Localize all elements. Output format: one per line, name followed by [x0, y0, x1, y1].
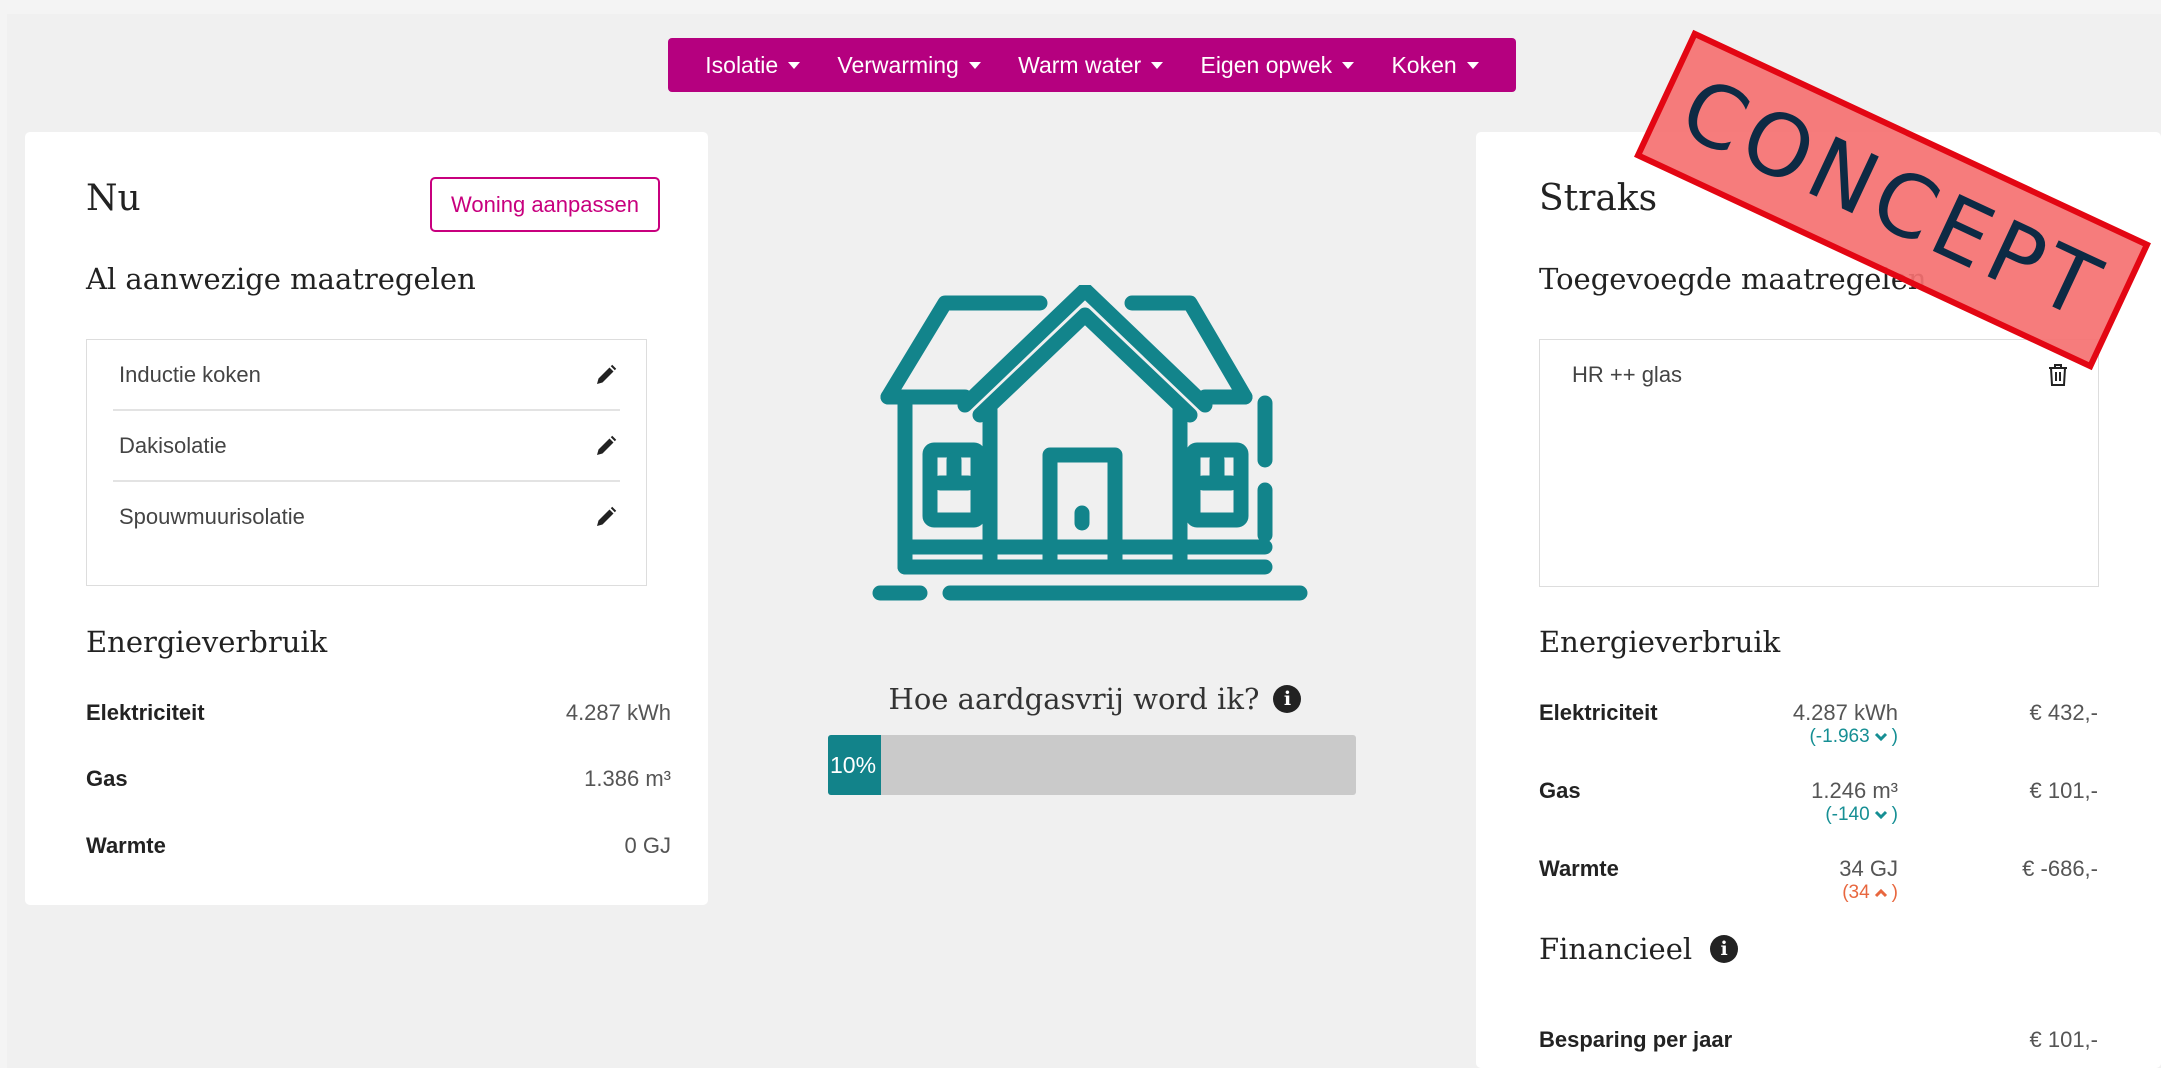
savings-value: € 101,-: [2029, 1027, 2099, 1052]
caret-down-icon: [788, 61, 801, 69]
financial-heading: Financieel: [1539, 932, 1693, 966]
energy-value-block: 34 GJ (34): [1716, 856, 1898, 904]
nav-item-verwarming[interactable]: Verwarming: [837, 51, 981, 79]
energy-row-electricity: Elektriciteit 4.287 kWh: [86, 700, 671, 726]
delta-text: (-1.963: [1809, 726, 1870, 747]
energy-value: 34 GJ: [1839, 856, 1898, 881]
energy-row-heat: Warmte: [1539, 856, 1619, 882]
added-measures-heading: Toegevoegde maatregelen: [1539, 262, 1927, 296]
nav-item-label: Verwarming: [837, 51, 959, 78]
measure-label: HR ++ glas: [1572, 361, 1683, 387]
energy-row-electricity: Elektriciteit: [1539, 700, 1658, 726]
energy-heading: Energieverbruik: [86, 625, 328, 659]
trash-icon[interactable]: [2044, 361, 2072, 389]
energy-cost: € 432,-: [2029, 700, 2099, 725]
energy-heading: Energieverbruik: [1539, 625, 1781, 659]
nav-item-label: Koken: [1391, 51, 1457, 78]
nav-item-label: Isolatie: [705, 51, 779, 78]
edit-home-button[interactable]: Woning aanpassen: [430, 177, 660, 232]
card-title-straks: Straks: [1539, 178, 1658, 219]
savings-label: Besparing per jaar: [1539, 1027, 1733, 1052]
existing-measures-list: Inductie koken Dakisolatie Spouwmuurisol…: [86, 339, 647, 586]
info-icon[interactable]: i: [1710, 935, 1739, 963]
pencil-icon[interactable]: [592, 361, 620, 389]
card-title-nu: Nu: [86, 178, 141, 219]
energy-row-gas: Gas: [1539, 778, 1581, 804]
nav-item-label: Warm water: [1018, 51, 1142, 78]
financial-heading-row: Financieel i: [1539, 932, 1739, 966]
gasfree-question: Hoe aardgasvrij word ik? i: [830, 682, 1360, 716]
energy-label: Elektriciteit: [86, 700, 205, 725]
chevron-up-icon: [1874, 888, 1887, 898]
energy-delta: (34): [1842, 882, 1898, 903]
nav-item-eigen-opwek[interactable]: Eigen opwek: [1200, 51, 1355, 79]
list-item: Inductie koken: [113, 340, 620, 411]
pencil-icon[interactable]: [592, 503, 620, 531]
energy-label: Warmte: [1539, 856, 1619, 881]
measure-label: Dakisolatie: [119, 432, 227, 458]
energy-row-gas: Gas 1.386 m³: [86, 766, 671, 792]
house-icon: [872, 285, 1308, 601]
list-item: Spouwmuurisolatie: [113, 482, 620, 551]
chevron-down-icon: [1874, 810, 1887, 820]
energy-value: 4.287 kWh: [1792, 700, 1898, 725]
delta-text: (34: [1842, 882, 1870, 903]
measure-label: Spouwmuurisolatie: [119, 503, 305, 529]
caret-down-icon: [968, 61, 981, 69]
list-item: Dakisolatie: [113, 411, 620, 482]
nav-item-label: Eigen opwek: [1200, 51, 1333, 78]
caret-down-icon: [1342, 61, 1355, 69]
measure-label: Inductie koken: [119, 361, 261, 387]
current-situation-card: Nu Woning aanpassen Al aanwezige maatreg…: [25, 132, 708, 905]
question-text: Hoe aardgasvrij word ik?: [888, 682, 1260, 716]
energy-value-block: 4.287 kWh (-1.963): [1716, 700, 1898, 748]
list-item: HR ++ glas: [1566, 340, 2072, 409]
energy-label: Elektriciteit: [1539, 700, 1658, 725]
caret-down-icon: [1466, 61, 1479, 69]
savings-row: Besparing per jaar € 101,-: [1539, 1027, 2098, 1053]
gasfree-progress-bar: 10%: [828, 735, 1356, 795]
progress-label: 10%: [830, 751, 877, 778]
nav-item-koken[interactable]: Koken: [1391, 51, 1479, 79]
top-nav: Isolatie Verwarming Warm water Eigen opw…: [668, 38, 1516, 92]
info-icon[interactable]: i: [1273, 685, 1302, 713]
delta-text: (-140: [1825, 804, 1870, 825]
energy-cost: € -686,-: [2022, 856, 2098, 881]
chevron-down-icon: [1874, 732, 1887, 742]
energy-value: 1.386 m³: [584, 766, 671, 791]
pencil-icon[interactable]: [592, 432, 620, 460]
caret-down-icon: [1151, 61, 1164, 69]
energy-value: 1.246 m³: [1811, 778, 1898, 803]
energy-label: Gas: [1539, 778, 1581, 803]
added-measures-list: HR ++ glas: [1539, 339, 2099, 587]
energy-delta: (-1.963): [1809, 726, 1898, 747]
progress-fill: 10%: [828, 735, 881, 795]
energy-cost: € 101,-: [2029, 778, 2099, 803]
energy-label: Warmte: [86, 833, 166, 858]
energy-row-heat: Warmte 0 GJ: [86, 833, 671, 859]
energy-value-block: 1.246 m³ (-140): [1716, 778, 1898, 826]
energy-label: Gas: [86, 766, 128, 791]
energy-value: 0 GJ: [624, 833, 671, 858]
existing-measures-heading: Al aanwezige maatregelen: [86, 262, 476, 296]
energy-delta: (-140): [1825, 804, 1898, 825]
nav-item-warm-water[interactable]: Warm water: [1018, 51, 1164, 79]
nav-item-isolatie[interactable]: Isolatie: [705, 51, 801, 79]
energy-value: 4.287 kWh: [565, 700, 671, 725]
